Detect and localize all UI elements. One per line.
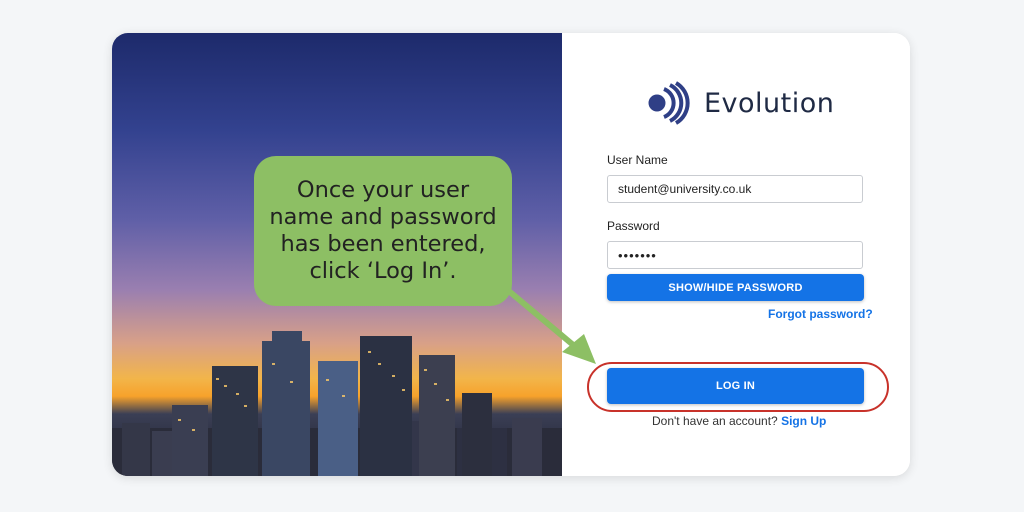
no-account-text: Don't have an account? [652, 414, 778, 428]
password-field[interactable]: ••••••• [607, 241, 863, 269]
evolution-logo-icon [648, 81, 690, 125]
forgot-password-link[interactable]: Forgot password? [768, 307, 873, 321]
brand-name: Evolution [704, 87, 835, 119]
username-field[interactable]: student@university.co.uk [607, 175, 863, 203]
password-label: Password [607, 219, 660, 233]
brand-logo: Evolution [644, 80, 834, 126]
callout-bubble: Once your user name and password has bee… [254, 156, 512, 306]
show-hide-password-button[interactable]: SHOW/HIDE PASSWORD [607, 274, 864, 301]
callout-text: Once your user name and password has bee… [269, 177, 497, 284]
login-highlight-ring [587, 362, 889, 412]
sign-up-row: Don't have an account? Sign Up [652, 414, 826, 428]
sign-up-link[interactable]: Sign Up [781, 414, 826, 428]
username-label: User Name [607, 153, 668, 167]
